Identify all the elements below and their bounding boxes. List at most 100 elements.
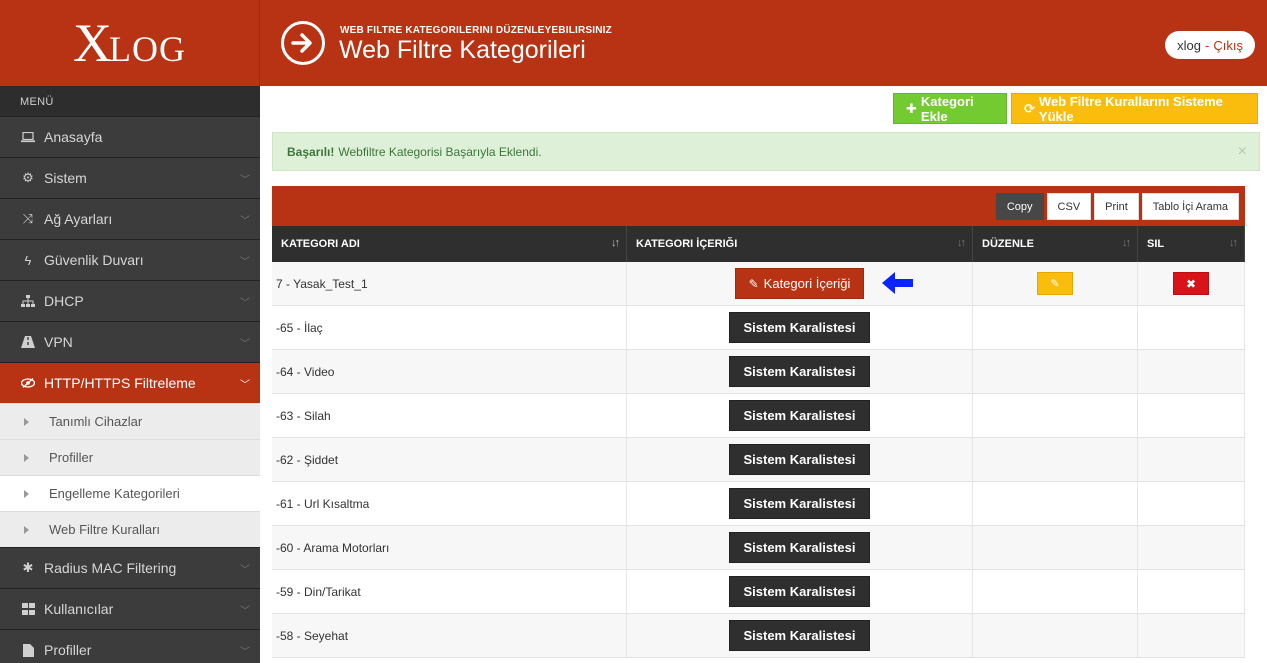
sidebar-item-label: VPN <box>44 334 73 350</box>
category-content-cell: Sistem Karalistesi <box>627 350 973 393</box>
system-blacklist-button[interactable]: Sistem Karalistesi <box>729 312 870 343</box>
submenu-item-label: Engelleme Kategorileri <box>49 486 180 501</box>
submenu-item-label: Profiller <box>49 450 94 465</box>
edit-cell <box>973 570 1138 613</box>
page-subtitle: WEB FILTRE KATEGORILERINI DÜZENLEYEBILIR… <box>340 25 612 36</box>
category-name: -64 - Video <box>272 350 627 393</box>
submenu-item-web-filtre-kurallari[interactable]: Web Filtre Kuralları <box>0 511 260 547</box>
system-blacklist-button[interactable]: Sistem Karalistesi <box>729 488 870 519</box>
delete-button[interactable]: ✖ <box>1173 272 1209 295</box>
table-row: -58 - Seyehat Sistem Karalistesi <box>272 614 1245 658</box>
sidebar-item-label: Profiller <box>44 642 92 658</box>
edit-cell <box>973 306 1138 349</box>
edit-button[interactable]: ✎ <box>1037 272 1073 295</box>
sidebar-item-label: Sistem <box>44 170 87 186</box>
sidebar-item-vpn[interactable]: VPN ﹀ <box>0 321 260 362</box>
sidebar: X LOG MENÜ Anasayfa ⚙ Sistem ﹀ ⤨ Ağ Ayarl… <box>0 0 260 663</box>
sidebar-item-dhcp[interactable]: DHCP ﹀ <box>0 280 260 321</box>
sidebar-item-label: Ağ Ayarları <box>44 211 113 227</box>
submenu-item-profiller[interactable]: Profiller <box>0 439 260 475</box>
caret-right-icon <box>24 453 29 462</box>
column-header-name[interactable]: KATEGORI ADI ↓↑ <box>272 226 627 262</box>
close-icon[interactable]: × <box>1238 143 1247 161</box>
edit-cell <box>973 482 1138 525</box>
category-content-button[interactable]: ✎ Kategori İçeriği <box>734 268 865 299</box>
delete-cell <box>1138 394 1245 437</box>
category-content-cell: Sistem Karalistesi <box>627 614 973 657</box>
delete-cell <box>1138 350 1245 393</box>
arrow-right-circle-icon <box>281 21 325 65</box>
print-button[interactable]: Print <box>1094 193 1139 220</box>
load-rules-button[interactable]: ⟳ Web Filtre Kurallarını Sisteme Yükle <box>1011 93 1258 124</box>
delete-cell <box>1138 570 1245 613</box>
system-blacklist-button[interactable]: Sistem Karalistesi <box>729 620 870 651</box>
column-label: KATEGORI İÇERIĞI <box>636 238 738 250</box>
user-menu[interactable]: xlog - Çıkış <box>1165 31 1255 59</box>
category-content-cell: Sistem Karalistesi <box>627 438 973 481</box>
column-label: KATEGORI ADI <box>281 238 360 250</box>
edit-cell: ✎ <box>973 262 1138 305</box>
close-icon: ✖ <box>1185 276 1197 291</box>
logo-x: X <box>73 13 113 73</box>
page-header: WEB FILTRE KATEGORILERINI DÜZENLEYEBILIR… <box>260 0 1267 86</box>
sort-icon: ↓↑ <box>1122 237 1131 249</box>
sidebar-item-anasayfa[interactable]: Anasayfa <box>0 116 260 157</box>
system-blacklist-button[interactable]: Sistem Karalistesi <box>729 356 870 387</box>
copy-button[interactable]: Copy <box>995 193 1044 220</box>
submenu-item-engelleme-kategorileri[interactable]: Engelleme Kategorileri <box>0 475 260 511</box>
system-blacklist-button[interactable]: Sistem Karalistesi <box>729 400 870 431</box>
table-row: -61 - Url Kısaltma Sistem Karalistesi <box>272 482 1245 526</box>
caret-right-icon <box>24 489 29 498</box>
menu-heading: MENÜ <box>0 86 260 116</box>
category-content-cell: ✎ Kategori İçeriği <box>627 262 973 305</box>
alert-strong: Başarılı! <box>287 144 335 159</box>
sidebar-item-profiller[interactable]: Profiller ﹀ <box>0 629 260 663</box>
category-name: -61 - Url Kısaltma <box>272 482 627 525</box>
column-header-edit[interactable]: DÜZENLE ↓↑ <box>973 226 1138 262</box>
table-row: -59 - Din/Tarikat Sistem Karalistesi <box>272 570 1245 614</box>
edit-cell <box>973 350 1138 393</box>
system-blacklist-button[interactable]: Sistem Karalistesi <box>729 532 870 563</box>
laptop-icon <box>20 131 36 143</box>
column-label: DÜZENLE <box>982 238 1034 250</box>
edit-cell <box>973 438 1138 481</box>
sidebar-item-label: Kullanıcılar <box>44 601 114 617</box>
sort-icon: ↓↑ <box>611 237 620 249</box>
edit-cell <box>973 394 1138 437</box>
alert-message: Webfiltre Kategorisi Başarıyla Eklendi. <box>338 144 542 159</box>
table-row: 7 - Yasak_Test_1 ✎ Kategori İçeriği ✎ ✖ <box>272 262 1245 306</box>
system-blacklist-button[interactable]: Sistem Karalistesi <box>729 576 870 607</box>
caret-right-icon <box>24 525 29 534</box>
table-search-button[interactable]: Tablo İçi Arama <box>1141 193 1239 220</box>
delete-cell <box>1138 306 1245 349</box>
brand-logo[interactable]: X LOG <box>0 0 260 86</box>
table-row: -65 - İlaç Sistem Karalistesi <box>272 306 1245 350</box>
delete-cell <box>1138 614 1245 657</box>
chevron-down-icon: ﹀ <box>240 298 250 309</box>
sidebar-item-ag-ayarlari[interactable]: ⤨ Ağ Ayarları ﹀ <box>0 198 260 239</box>
category-content-cell: Sistem Karalistesi <box>627 482 973 525</box>
sidebar-item-sistem[interactable]: ⚙ Sistem ﹀ <box>0 157 260 198</box>
submenu-item-tanimli-cihazlar[interactable]: Tanımlı Cihazlar <box>0 403 260 439</box>
chevron-down-icon: ﹀ <box>240 339 250 350</box>
system-blacklist-button[interactable]: Sistem Karalistesi <box>729 444 870 475</box>
category-name: 7 - Yasak_Test_1 <box>272 262 627 305</box>
chevron-down-icon: ﹀ <box>240 606 250 617</box>
category-name: -60 - Arama Motorları <box>272 526 627 569</box>
sidebar-item-http-filtreleme[interactable]: HTTP/HTTPS Filtreleme ﹀ <box>0 362 260 403</box>
sidebar-item-guvenlik-duvari[interactable]: ϟ Güvenlik Duvarı ﹀ <box>0 239 260 280</box>
sidebar-item-label: DHCP <box>44 293 84 309</box>
csv-button[interactable]: CSV <box>1046 193 1092 220</box>
add-category-button[interactable]: ✚ Kategori Ekle <box>893 93 1007 124</box>
column-header-delete[interactable]: SIL ↓↑ <box>1138 226 1245 262</box>
gears-icon: ⚙ <box>22 170 34 185</box>
column-header-content[interactable]: KATEGORI İÇERIĞI ↓↑ <box>627 226 973 262</box>
sidebar-item-radius-mac[interactable]: ✱ Radius MAC Filtering ﹀ <box>0 547 260 588</box>
logo-text: X LOG <box>73 16 186 70</box>
logout-link[interactable]: Çıkış <box>1213 38 1243 53</box>
edit-icon: ✎ <box>1050 278 1060 290</box>
sidebar-item-kullanicilar[interactable]: Kullanıcılar ﹀ <box>0 588 260 629</box>
category-content-cell: Sistem Karalistesi <box>627 570 973 613</box>
category-content-cell: Sistem Karalistesi <box>627 394 973 437</box>
table-row: -60 - Arama Motorları Sistem Karalistesi <box>272 526 1245 570</box>
